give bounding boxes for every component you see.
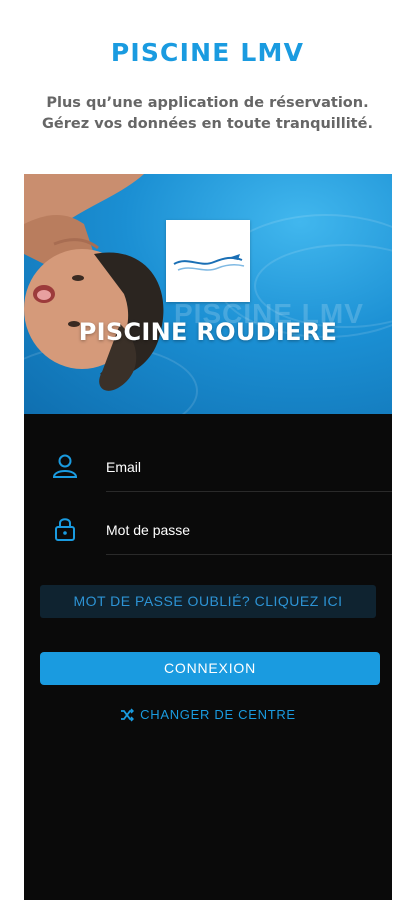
center-name: PISCINE ROUDIERE <box>78 318 338 346</box>
change-center-label: CHANGER DE CENTRE <box>140 707 296 723</box>
password-label: Mot de passe <box>106 522 191 538</box>
forgot-password-button[interactable]: MOT DE PASSE OUBLIÉ? CLIQUEZ ICI <box>40 585 376 618</box>
tagline-line-1: Plus qu’une application de réservation. <box>46 95 369 111</box>
tagline-line-2: Gérez vos données en toute tranquillité. <box>42 116 373 132</box>
password-field[interactable]: Mot de passe <box>52 514 392 555</box>
wave-logo <box>166 220 250 302</box>
tagline: Plus qu’une application de réservation. … <box>0 93 415 135</box>
shuffle-icon <box>121 708 135 722</box>
password-underline <box>106 554 392 555</box>
user-icon <box>52 454 78 478</box>
swimmer-photo <box>24 174 164 391</box>
app-screen: PISCINE LMV PISCINE ROUDIERE Email Mot d… <box>24 174 392 900</box>
login-button[interactable]: CONNEXION <box>40 652 380 685</box>
email-underline <box>106 491 392 492</box>
app-title: PISCINE LMV <box>110 38 305 67</box>
hero-banner: PISCINE LMV PISCINE ROUDIERE <box>24 174 392 414</box>
email-label: Email <box>106 459 142 475</box>
email-field[interactable]: Email <box>52 451 392 492</box>
lock-icon <box>55 518 75 541</box>
change-center-link[interactable]: CHANGER DE CENTRE <box>24 706 392 722</box>
